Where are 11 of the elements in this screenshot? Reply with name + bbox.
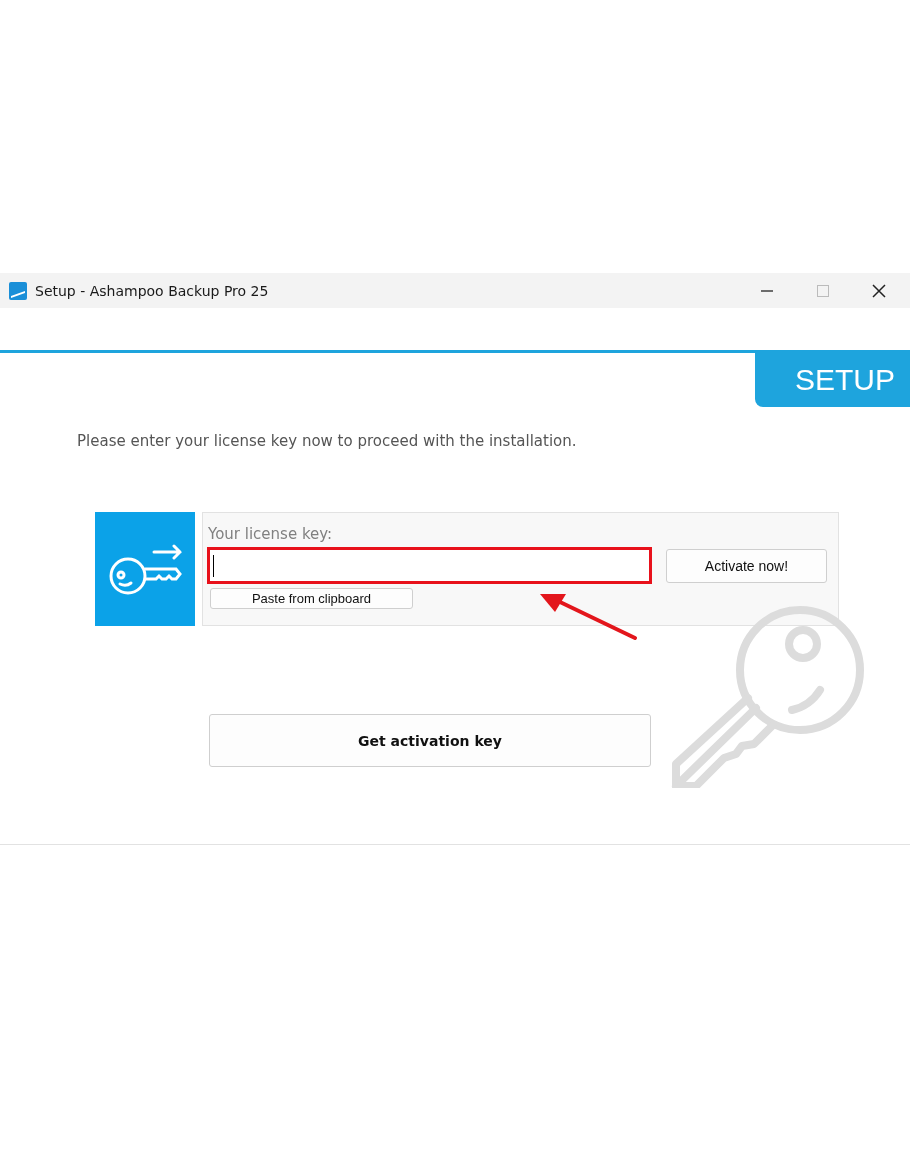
setup-banner: SETUP: [755, 353, 910, 407]
instruction-text: Please enter your license key now to proceed with the installation.: [77, 432, 578, 450]
paste-button[interactable]: Paste from clipboard: [210, 588, 413, 609]
app-logo-icon: [9, 281, 27, 300]
activate-button[interactable]: Activate now!: [666, 548, 827, 583]
license-key-field[interactable]: [207, 547, 652, 584]
window-title: Setup - Ashampoo Backup Pro 25: [35, 282, 270, 299]
license-key-label: Your license key:: [208, 525, 334, 543]
key-arrow-icon: [108, 542, 182, 596]
close-icon[interactable]: [872, 283, 886, 298]
get-activation-key-button[interactable]: Get activation key: [209, 714, 651, 767]
